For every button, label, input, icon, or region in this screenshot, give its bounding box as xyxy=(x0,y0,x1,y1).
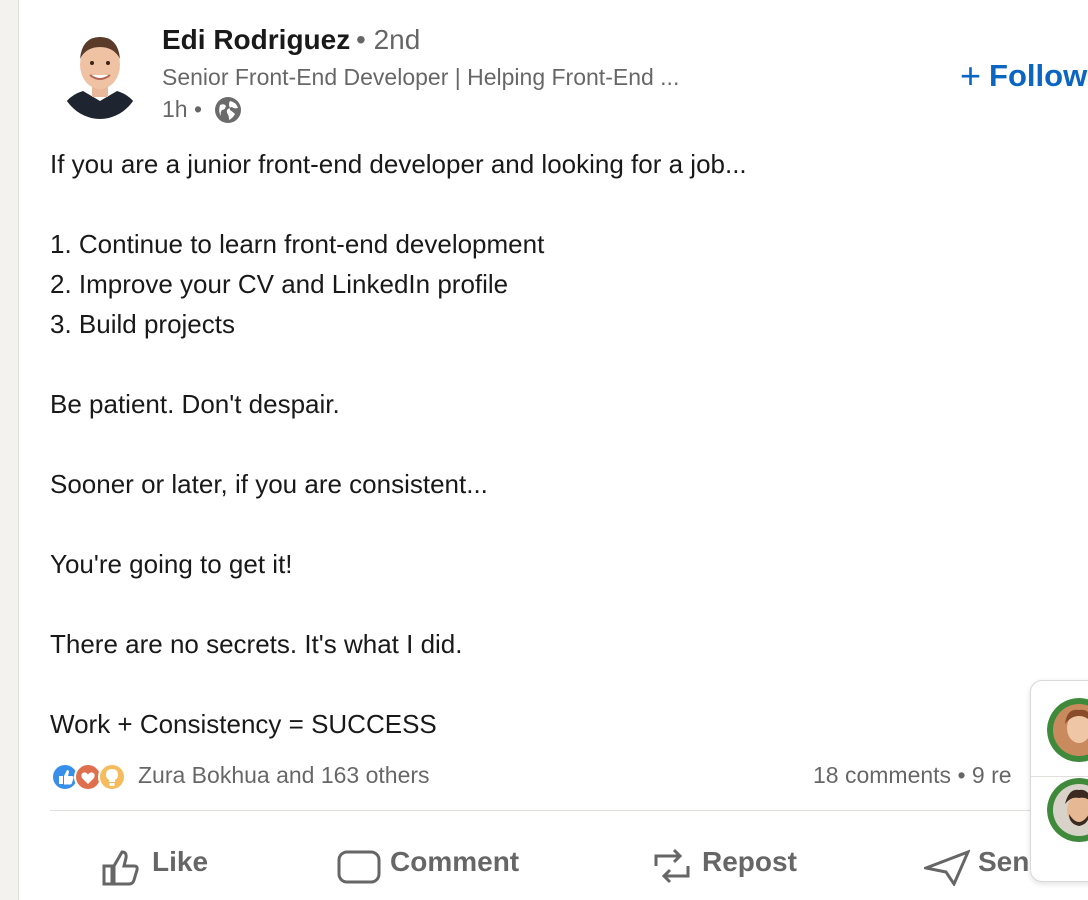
author-avatar[interactable] xyxy=(58,25,142,119)
messaging-panel[interactable] xyxy=(1030,680,1088,882)
panel-divider xyxy=(1031,776,1088,777)
comment-label: Comment xyxy=(390,846,520,877)
globe-icon xyxy=(215,97,241,123)
post-text-line: There are no secrets. It's what I did. xyxy=(50,629,463,659)
post-body: If you are a junior front-end developer … xyxy=(50,144,1010,744)
repost-icon xyxy=(654,848,690,884)
post-text-line: 1. Continue to learn front-end developme… xyxy=(50,229,545,259)
author-name[interactable]: Edi Rodriguez xyxy=(162,24,350,56)
contact-avatar[interactable] xyxy=(1047,698,1088,762)
post-text-line: 3. Build projects xyxy=(50,309,235,339)
post-text-line: Sooner or later, if you are consistent..… xyxy=(50,469,488,499)
thumbs-up-icon xyxy=(102,850,139,886)
follow-button[interactable]: + Follow xyxy=(960,55,1087,97)
author-headline: Senior Front-End Developer | Helping Fro… xyxy=(162,64,680,90)
comment-button[interactable]: Comment xyxy=(336,846,519,886)
reactions-summary[interactable]: Zura Bokhua and 163 others xyxy=(138,762,430,789)
divider xyxy=(50,810,1088,811)
comment-icon xyxy=(337,850,381,884)
post-text-line: If you are a junior front-end developer … xyxy=(50,149,747,179)
connection-degree: • 2nd xyxy=(356,24,421,55)
post-text-line: Be patient. Don't despair. xyxy=(50,389,340,419)
send-button[interactable]: Send xyxy=(924,846,1046,886)
send-icon xyxy=(924,849,970,886)
post-time: 1h • xyxy=(162,96,203,122)
post-text-line xyxy=(50,344,1010,384)
contact-avatar[interactable] xyxy=(1047,778,1088,842)
like-button[interactable]: Like xyxy=(100,846,208,886)
post-text-line xyxy=(50,184,1010,224)
post-text-line: You're going to get it! xyxy=(50,549,293,579)
post-text-line: 2. Improve your CV and LinkedIn profile xyxy=(50,269,509,299)
reaction-icons[interactable] xyxy=(50,761,130,793)
post-text-line: Work + Consistency = SUCCESS xyxy=(50,709,437,739)
post-text-line xyxy=(50,664,1010,704)
post-text-line xyxy=(50,584,1010,624)
comments-summary[interactable]: 18 comments • 9 re xyxy=(813,762,1012,789)
post-text-line xyxy=(50,504,1010,544)
plus-icon: + xyxy=(960,55,982,96)
repost-button[interactable]: Repost xyxy=(650,846,797,886)
insightful-reaction-icon xyxy=(98,763,126,791)
like-label: Like xyxy=(152,846,209,877)
post-text-line xyxy=(50,424,1010,464)
follow-label: Follow xyxy=(989,58,1088,93)
repost-label: Repost xyxy=(702,846,797,877)
love-reaction-icon xyxy=(74,763,102,791)
